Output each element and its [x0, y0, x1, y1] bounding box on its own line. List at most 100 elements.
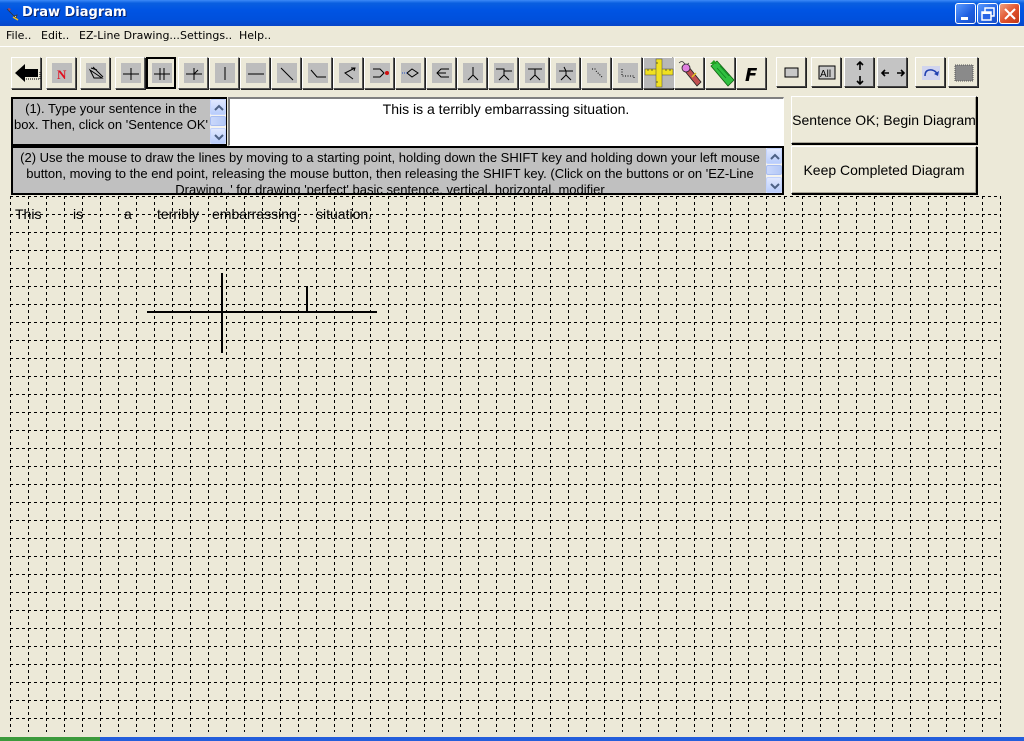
pedestal-left-button[interactable] [488, 57, 518, 89]
horizontal-line-button[interactable] [240, 57, 270, 89]
pedestal-slant-icon [559, 66, 573, 81]
cross-line-icon [123, 68, 139, 80]
move-horizontal-button[interactable] [877, 57, 907, 87]
rectangle-select-button[interactable] [776, 57, 806, 87]
menu-file[interactable]: File.. [6, 29, 31, 42]
window-title: Draw Diagram [22, 5, 127, 20]
keep-diagram-button[interactable]: Keep Completed Diagram [791, 146, 977, 194]
taskbar [0, 737, 1024, 741]
vertical-line-icon [224, 67, 226, 80]
pedestal-left-icon [496, 68, 512, 81]
vertical-arrows-icon [856, 60, 864, 86]
close-button[interactable] [999, 3, 1020, 24]
restore-icon [981, 7, 995, 21]
modifier-line-icon [310, 69, 326, 78]
menu-edit[interactable]: Edit.. [41, 29, 69, 42]
double-cross-icon [154, 68, 170, 80]
pedestal-slanted-button[interactable] [550, 57, 580, 89]
vertical-line-button[interactable] [209, 57, 239, 89]
eraser-icon [88, 66, 104, 79]
diagonal-line-button[interactable] [271, 57, 301, 89]
pencil-eraser-button[interactable] [674, 57, 704, 89]
dotted-diagonal-button[interactable] [581, 57, 611, 89]
title-bar[interactable]: Draw Diagram [0, 0, 1024, 26]
chevron-up-icon [770, 153, 780, 160]
conjunction-join-button[interactable] [364, 57, 394, 89]
menu-ez-line-drawing[interactable]: EZ-Line Drawing... [79, 29, 180, 42]
join-dot-icon [373, 68, 389, 78]
menu-bar: File.. Edit.. EZ-Line Drawing... Setting… [0, 26, 1024, 46]
dotted-diagonal-icon [592, 68, 604, 79]
double-divider-button[interactable] [146, 57, 176, 89]
instruction-step1-text: (1). Type your sentence in the box. Then… [13, 101, 209, 132]
close-icon [1004, 8, 1016, 20]
sentence-box [228, 97, 784, 146]
pencil-eraser-icon [678, 61, 702, 87]
chevron-down-icon [770, 183, 780, 190]
move-vertical-button[interactable] [844, 57, 874, 87]
scroll-down-button[interactable] [210, 128, 226, 144]
menu-help[interactable]: Help.. [239, 29, 271, 42]
scroll-down-button[interactable] [766, 177, 782, 193]
instruction-step2-text: (2) Use the mouse to draw the lines by m… [20, 150, 760, 193]
diamond-icon [402, 68, 419, 78]
scroll-up-button[interactable] [766, 148, 782, 164]
instruction-step1: (1). Type your sentence in the box. Then… [11, 97, 227, 146]
menu-separator [0, 46, 1024, 47]
grid-toggle-button[interactable] [948, 57, 978, 87]
instruction-step1-scrollbar[interactable] [210, 99, 226, 144]
horizontal-line-icon [248, 73, 264, 75]
back-arrow-icon [15, 64, 41, 82]
restore-button[interactable] [977, 3, 998, 24]
start-button-edge[interactable] [0, 737, 100, 741]
diagram-lines [147, 273, 377, 353]
new-button[interactable]: N [46, 57, 76, 89]
rectangle-icon [784, 67, 799, 78]
chevron-up-icon [214, 104, 224, 111]
eraser-diagonal-button[interactable] [80, 57, 110, 89]
back-button[interactable] [11, 57, 41, 89]
pedestal-button[interactable] [457, 57, 487, 89]
instruction-step2: (2) Use the mouse to draw the lines by m… [11, 146, 784, 195]
green-pencil-button[interactable] [705, 57, 735, 89]
slant-cross-icon [186, 68, 202, 80]
font-button[interactable]: F [736, 57, 766, 89]
pedestal-stand-icon [528, 68, 542, 81]
diamond-join-button[interactable] [395, 57, 425, 89]
scroll-thumb[interactable] [210, 116, 226, 126]
sentence-input[interactable] [230, 101, 782, 117]
scroll-thumb[interactable] [766, 165, 782, 175]
redo-button[interactable] [915, 57, 945, 87]
select-all-button[interactable]: All [811, 57, 841, 87]
sentence-ok-button[interactable]: Sentence OK; Begin Diagram [791, 96, 977, 144]
pedestal-icon [467, 67, 479, 81]
instruction-step2-scrollbar[interactable] [766, 148, 782, 193]
pencil-arrow-icon [5, 5, 21, 21]
draw-diagram-window: Draw Diagram File.. Edit.. EZ-Line Drawi… [0, 0, 1024, 741]
slanted-divider-button[interactable] [178, 57, 208, 89]
ruler-button[interactable] [643, 57, 674, 89]
scroll-up-button[interactable] [210, 99, 226, 115]
pedestal-stand-button[interactable] [519, 57, 549, 89]
redo-icon [922, 66, 940, 80]
edit-toolbar: All [774, 57, 978, 91]
dotted-corner-icon [621, 69, 635, 79]
dotted-corner-button[interactable] [612, 57, 642, 89]
zigzag-icon [344, 67, 356, 80]
fork-join-button[interactable] [426, 57, 456, 89]
chevron-down-icon [214, 134, 224, 141]
horizontal-arrows-icon [880, 69, 906, 77]
divider-button[interactable] [115, 57, 145, 89]
drawing-canvas[interactable]: This is a terribly embarrassing situatio… [10, 196, 1002, 733]
green-pencil-icon [710, 60, 735, 87]
menu-settings[interactable]: Settings.. [180, 29, 232, 42]
font-f-icon: F [745, 65, 758, 86]
minimize-button[interactable] [955, 3, 976, 24]
select-all-icon: All [820, 69, 831, 80]
modifier-line-button[interactable] [302, 57, 332, 89]
ruler-icon [644, 58, 674, 88]
zigzag-line-button[interactable] [333, 57, 363, 89]
minimize-icon [961, 17, 968, 20]
diagonal-line-icon [280, 67, 294, 81]
drawing-toolbar: N F [11, 57, 767, 91]
